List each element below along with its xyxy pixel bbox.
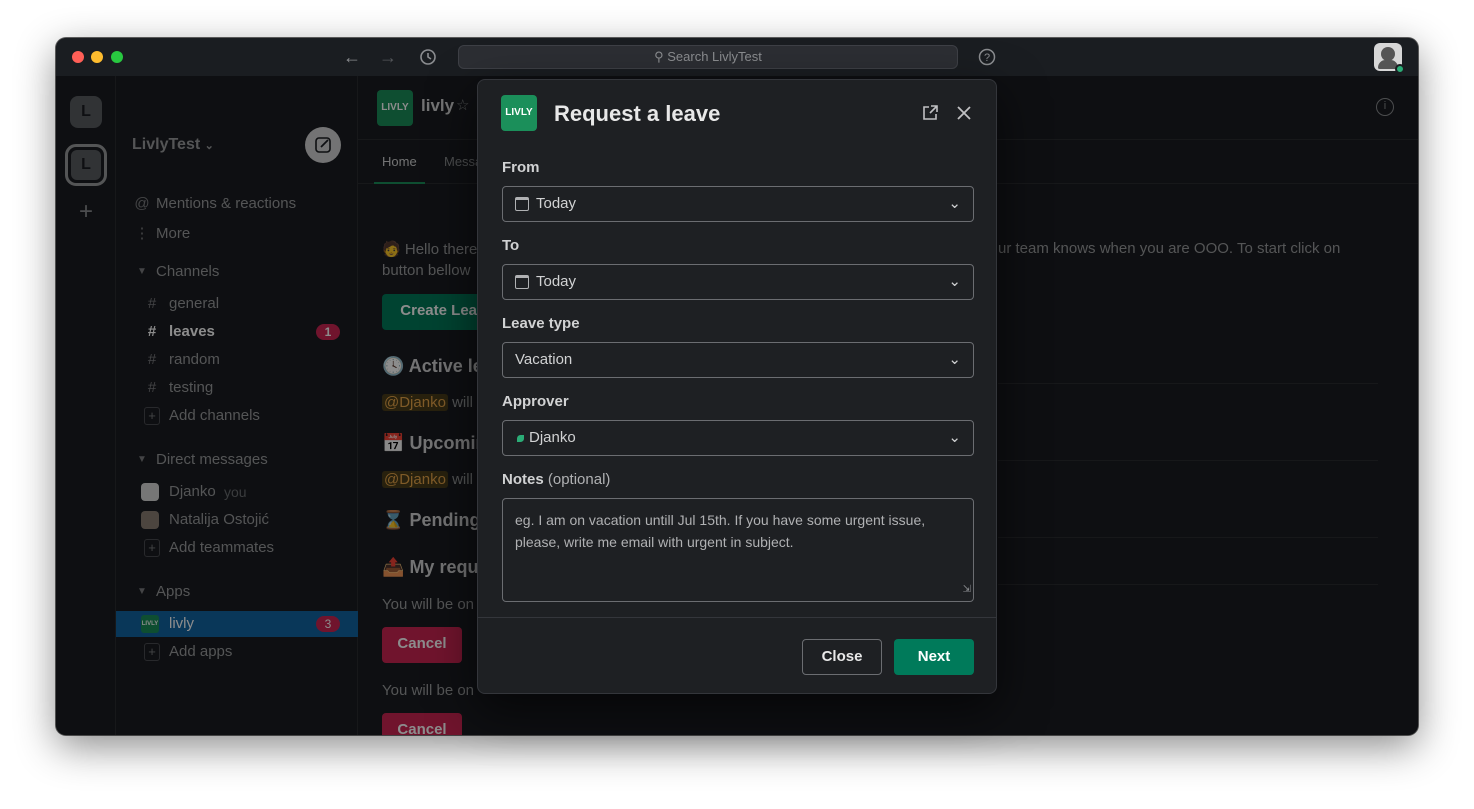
notes-placeholder: eg. I am on vacation untill Jul 15th. If… [515,512,926,550]
button-label: Close [821,648,863,665]
from-date-picker[interactable]: Today ⌄ [502,186,974,222]
optional-hint: (optional) [547,471,611,488]
request-leave-modal: LIVLY Request a leave From Today ⌄ To To… [477,79,997,694]
back-arrow-icon[interactable]: ← [341,46,363,68]
status-dot-icon [1395,64,1405,74]
chevron-down-icon: ⌄ [948,429,961,446]
history-clock-icon[interactable] [417,46,439,68]
leave-type-select[interactable]: Vacation ⌄ [502,342,974,378]
svg-text:?: ? [984,52,990,64]
notes-label-text: Notes [502,471,544,488]
forward-arrow-icon[interactable]: → [377,46,399,68]
search-icon: ⚲ [654,49,664,64]
title-bar: ← → ⚲ Search LivlyTest ? [56,38,1418,76]
presence-leaf-icon [517,435,524,442]
from-label: From [502,159,540,176]
button-label: Next [917,648,951,665]
approver-label: Approver [502,393,569,410]
to-date-picker[interactable]: Today ⌄ [502,264,974,300]
search-bar[interactable]: ⚲ Search LivlyTest [458,45,958,69]
maximize-window-button[interactable] [111,51,123,63]
calendar-icon [515,275,529,289]
notes-label: Notes (optional) [502,471,610,488]
approver-select[interactable]: Djanko ⌄ [502,420,974,456]
help-icon[interactable]: ? [976,46,998,68]
close-window-button[interactable] [72,51,84,63]
leave-type-value: Vacation [515,351,573,368]
notes-textarea[interactable]: eg. I am on vacation untill Jul 15th. If… [502,498,974,602]
calendar-icon [515,197,529,211]
chevron-down-icon: ⌄ [948,351,961,368]
user-avatar[interactable] [1374,43,1405,74]
from-value: Today [536,195,577,212]
modal-app-logo: LIVLY [501,95,537,131]
chevron-down-icon: ⌄ [948,195,961,212]
close-button[interactable]: Close [802,639,882,675]
chevron-down-icon: ⌄ [948,273,961,290]
next-button[interactable]: Next [894,639,974,675]
search-placeholder: Search LivlyTest [667,49,762,64]
leave-type-label: Leave type [502,315,580,332]
minimize-window-button[interactable] [91,51,103,63]
modal-title: Request a leave [554,101,721,126]
close-icon[interactable] [955,104,973,122]
open-in-new-window-icon[interactable] [921,104,939,122]
modal-footer-divider [478,617,996,618]
to-label: To [502,237,520,254]
approver-value: Djanko [529,429,576,446]
to-value: Today [536,273,577,290]
resize-handle-icon[interactable]: ⇲ [963,579,971,601]
